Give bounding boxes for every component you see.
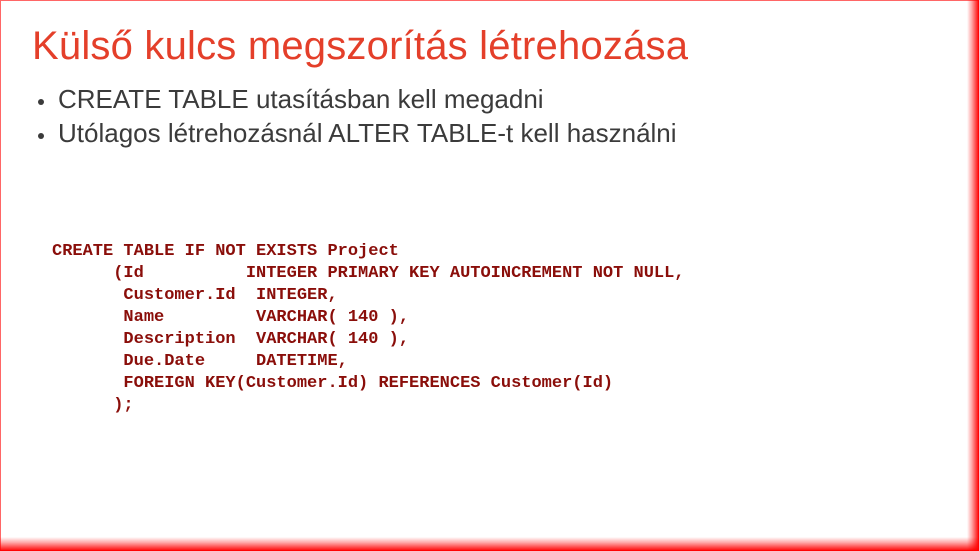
bullet-list: CREATE TABLE utasításban kell megadni Ut… bbox=[32, 83, 919, 151]
slide-bottom-edge bbox=[0, 537, 979, 551]
list-item: CREATE TABLE utasításban kell megadni bbox=[58, 83, 919, 117]
slide-title: Külső kulcs megszorítás létrehozása bbox=[32, 24, 919, 69]
code-block: CREATE TABLE IF NOT EXISTS Project (Id I… bbox=[32, 241, 919, 418]
list-item: Utólagos létrehozásnál ALTER TABLE-t kel… bbox=[58, 117, 919, 151]
slide-content: Külső kulcs megszorítás létrehozása CREA… bbox=[0, 0, 979, 417]
slide-right-edge bbox=[967, 0, 979, 551]
